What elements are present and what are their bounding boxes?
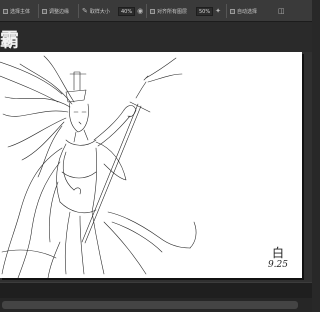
canvas-workspace[interactable]: 白 9.25 [0, 52, 312, 282]
options-toolbar: 选择主体 调整边缘 ✎ 取样大小 40% ◉ 对齐所有图层 50% ✦ 自动选择… [0, 0, 312, 22]
status-bar [0, 282, 312, 298]
signature-glyph: 白 [271, 246, 284, 260]
scrollbar-thumb[interactable] [2, 301, 298, 309]
horizontal-scrollbar[interactable] [0, 298, 312, 312]
watermark-letter: D [3, 37, 12, 48]
flow-control[interactable]: 50% ✦ [196, 5, 221, 17]
toolbar-item-label: 对齐所有图层 [157, 8, 188, 15]
artwork-canvas[interactable]: 白 9.25 [0, 52, 302, 278]
toolbar-item-label: 取样大小 [89, 8, 110, 15]
brush-icon[interactable]: ✎ [82, 7, 88, 15]
pressure-icon[interactable]: ◉ [137, 7, 143, 15]
signature-date: 9.25 [267, 260, 288, 270]
opacity-control[interactable]: 40% ◉ [118, 5, 143, 17]
airbrush-icon[interactable]: ✦ [215, 7, 221, 15]
document-tab-bar: 霸 [0, 22, 312, 52]
toolbar-item-label: 调整边缘 [49, 8, 70, 15]
toolbar-item-1[interactable]: 选择主体 [3, 5, 30, 17]
toolbar-item-label: 自动选择 [237, 8, 258, 15]
opacity-field[interactable]: 40% [118, 6, 136, 16]
toolbar-divider [38, 4, 39, 18]
toolbar-item-2[interactable]: 调整边缘 [42, 5, 69, 17]
toolbar-item-label: 选择主体 [10, 8, 31, 15]
toolbar-divider [226, 4, 227, 18]
toolbar-divider [78, 4, 79, 18]
flow-field[interactable]: 50% [196, 6, 214, 16]
toolbar-item-4[interactable]: 对齐所有图层 [150, 5, 187, 17]
line-art-sketch [0, 55, 197, 278]
symmetry-icon[interactable]: ◫ [278, 7, 285, 15]
toolbar-item-5[interactable]: 自动选择 [230, 5, 257, 17]
toolbar-item-3[interactable]: ✎ 取样大小 [82, 5, 110, 17]
artist-signature: 白 9.25 [268, 246, 288, 270]
checkbox-icon[interactable] [3, 8, 8, 14]
toolbar-extra[interactable]: ◫ [278, 5, 285, 17]
checkbox-icon[interactable] [230, 8, 235, 14]
checkbox-icon[interactable] [42, 8, 47, 14]
toolbar-divider [146, 4, 147, 18]
checkbox-icon[interactable] [150, 8, 155, 14]
